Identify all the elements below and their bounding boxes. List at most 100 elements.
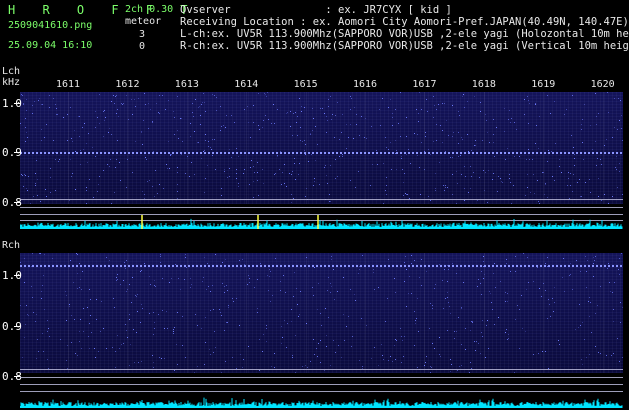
noise-pixel	[450, 157, 451, 158]
noise-pixel	[401, 336, 402, 337]
noise-pixel	[566, 109, 567, 110]
noise-pixel	[593, 257, 594, 258]
noise-pixel	[148, 128, 149, 129]
noise-pixel	[22, 95, 23, 96]
noise-pixel	[164, 358, 165, 359]
noise-pixel	[176, 344, 177, 345]
noise-pixel	[519, 348, 520, 349]
noise-pixel	[519, 156, 520, 157]
noise-pixel	[514, 156, 515, 157]
noise-pixel	[525, 331, 526, 332]
noise-pixel	[409, 276, 410, 277]
noise-pixel	[232, 357, 233, 358]
noise-pixel	[298, 174, 299, 175]
noise-pixel	[402, 169, 403, 170]
noise-pixel	[597, 305, 598, 306]
noise-pixel	[458, 111, 459, 112]
noise-pixel	[321, 325, 322, 326]
noise-pixel	[617, 129, 618, 130]
noise-pixel	[171, 278, 172, 279]
noise-pixel	[342, 154, 343, 155]
noise-pixel	[352, 336, 353, 337]
noise-pixel	[275, 258, 276, 259]
noise-pixel	[595, 256, 596, 257]
noise-pixel	[191, 162, 192, 163]
noise-pixel	[547, 197, 548, 198]
noise-pixel	[373, 269, 374, 270]
noise-pixel	[595, 313, 596, 314]
noise-pixel	[446, 120, 447, 121]
noise-pixel	[295, 179, 296, 180]
time-axis-label: 1619	[531, 79, 556, 90]
noise-pixel	[343, 314, 344, 315]
noise-pixel	[23, 186, 24, 187]
noise-pixel	[515, 271, 516, 272]
noise-pixel	[485, 172, 486, 173]
noise-pixel	[28, 176, 29, 177]
lch-waterfall	[20, 92, 623, 204]
noise-pixel	[192, 103, 193, 104]
noise-pixel	[385, 321, 386, 322]
noise-pixel	[107, 164, 108, 165]
noise-pixel	[469, 372, 470, 373]
noise-pixel	[290, 126, 291, 127]
noise-pixel	[267, 275, 268, 276]
noise-pixel	[308, 153, 309, 154]
noise-pixel	[400, 328, 401, 329]
noise-pixel	[231, 157, 232, 158]
noise-pixel	[104, 120, 105, 121]
noise-pixel	[299, 98, 300, 99]
noise-pixel	[516, 129, 517, 130]
noise-pixel	[248, 122, 249, 123]
noise-pixel	[35, 173, 36, 174]
noise-pixel	[488, 348, 489, 349]
noise-pixel	[312, 130, 313, 131]
noise-pixel	[274, 123, 275, 124]
noise-pixel	[385, 190, 386, 191]
noise-pixel	[318, 343, 319, 344]
noise-pixel	[398, 123, 399, 124]
noise-pixel	[517, 305, 518, 306]
noise-pixel	[573, 147, 574, 148]
noise-pixel	[464, 166, 465, 167]
noise-pixel	[452, 136, 453, 137]
noise-pixel	[117, 279, 118, 280]
noise-pixel	[475, 140, 476, 141]
noise-pixel	[164, 328, 165, 329]
noise-pixel	[50, 177, 51, 178]
noise-pixel	[450, 313, 451, 314]
noise-pixel	[180, 289, 181, 290]
noise-pixel	[406, 154, 407, 155]
noise-pixel	[89, 179, 90, 180]
noise-pixel	[443, 308, 444, 309]
noise-pixel	[563, 258, 564, 259]
noise-pixel	[123, 343, 124, 344]
noise-pixel	[513, 185, 514, 186]
noise-pixel	[496, 127, 497, 128]
noise-pixel	[117, 140, 118, 141]
noise-pixel	[220, 106, 221, 107]
meteor-count-rch: 0	[139, 41, 146, 52]
noise-pixel	[356, 114, 357, 115]
noise-pixel	[439, 337, 440, 338]
noise-pixel	[533, 354, 534, 355]
noise-pixel	[83, 308, 84, 309]
noise-pixel	[480, 353, 481, 354]
noise-pixel	[419, 167, 420, 168]
noise-pixel	[210, 310, 211, 311]
noise-pixel	[317, 144, 318, 145]
noise-pixel	[493, 173, 494, 174]
noise-pixel	[432, 343, 433, 344]
noise-pixel	[324, 370, 325, 371]
noise-pixel	[71, 315, 72, 316]
noise-pixel	[141, 270, 142, 271]
noise-pixel	[616, 156, 617, 157]
noise-pixel	[244, 169, 245, 170]
noise-pixel	[280, 151, 281, 152]
noise-pixel	[554, 101, 555, 102]
noise-pixel	[94, 348, 95, 349]
noise-pixel	[604, 194, 605, 195]
noise-pixel	[281, 326, 282, 327]
noise-pixel	[485, 357, 486, 358]
noise-pixel	[545, 290, 546, 291]
